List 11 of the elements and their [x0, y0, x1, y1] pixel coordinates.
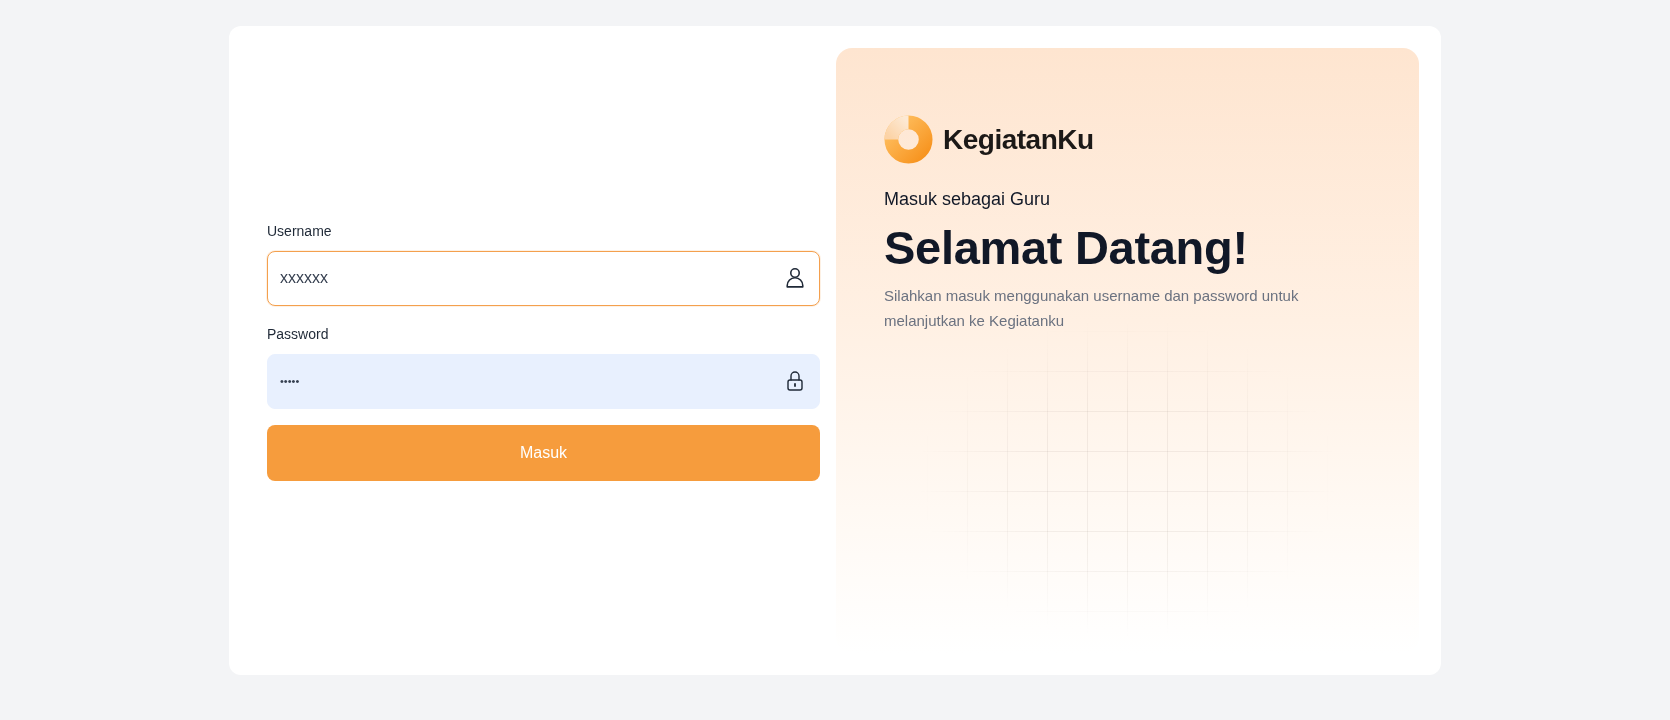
username-field[interactable]: xxxxxx: [267, 250, 820, 306]
role-subtitle: Masuk sebagai Guru: [884, 188, 1051, 211]
welcome-description: Silahkan masuk menggunakan username dan password untuk melanjutkan ke Kegiatanku: [884, 286, 1300, 331]
user-icon: [785, 268, 805, 288]
password-field[interactable]: •••••: [267, 353, 820, 409]
lock-icon: [785, 371, 805, 391]
welcome-title: Selamat Datang!: [884, 220, 1248, 276]
logo-icon: [884, 115, 933, 164]
field-label: Password: [267, 324, 329, 344]
brand-name: KegiatanKu: [943, 123, 1094, 156]
field-label: Username: [267, 221, 332, 241]
